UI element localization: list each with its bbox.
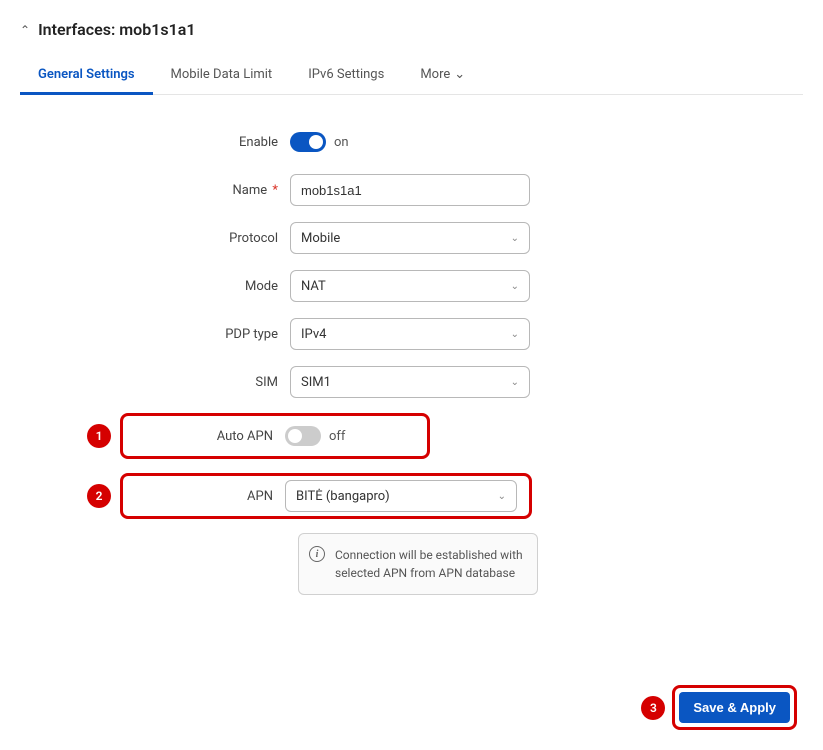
select-value: IPv4 (301, 327, 326, 342)
tab-mobile-data-limit[interactable]: Mobile Data Limit (153, 57, 291, 94)
chevron-down-icon: ⌄ (511, 329, 519, 340)
required-icon: * (272, 183, 278, 198)
chevron-down-icon: ⌄ (511, 377, 519, 388)
row-enable: Enable on (120, 125, 700, 159)
select-value: NAT (301, 279, 326, 294)
page-title: Interfaces: mob1s1a1 (38, 20, 195, 39)
row-sim: SIM SIM1 ⌄ (120, 365, 700, 399)
label-name: Name * (120, 183, 290, 198)
protocol-select[interactable]: Mobile ⌄ (290, 222, 530, 254)
highlight-apn: 2 APN BITĖ (bangapro) ⌄ (128, 473, 700, 519)
label-pdp-type: PDP type (120, 327, 290, 342)
form: Enable on Name * Protocol Mobile ⌄ Mode … (120, 125, 700, 595)
tab-ipv6-settings[interactable]: IPv6 Settings (290, 57, 402, 94)
annotation-badge-2: 2 (87, 484, 111, 508)
info-box: i Connection will be established with se… (298, 533, 538, 595)
tab-more[interactable]: More ⌄ (402, 57, 483, 94)
row-name: Name * (120, 173, 700, 207)
enable-state: on (334, 135, 349, 150)
tab-general-settings[interactable]: General Settings (20, 57, 153, 94)
annotation-badge-1: 1 (87, 424, 111, 448)
pdp-type-select[interactable]: IPv4 ⌄ (290, 318, 530, 350)
select-value: Mobile (301, 231, 340, 246)
label-auto-apn: Auto APN (131, 429, 285, 444)
tab-label: IPv6 Settings (308, 67, 384, 82)
footer: 3 Save & Apply (20, 685, 803, 730)
label-apn: APN (131, 489, 285, 504)
page-header: ⌃ Interfaces: mob1s1a1 (20, 20, 803, 39)
enable-toggle[interactable] (290, 132, 326, 152)
label-sim: SIM (120, 375, 290, 390)
info-icon: i (309, 546, 325, 562)
tab-label: More (420, 67, 450, 82)
mode-select[interactable]: NAT ⌄ (290, 270, 530, 302)
tab-label: Mobile Data Limit (171, 67, 273, 82)
chevron-down-icon: ⌄ (511, 281, 519, 292)
row-mode: Mode NAT ⌄ (120, 269, 700, 303)
save-apply-button[interactable]: Save & Apply (679, 692, 790, 723)
collapse-icon[interactable]: ⌃ (20, 23, 30, 37)
tab-label: General Settings (38, 67, 135, 82)
annotation-badge-3: 3 (641, 696, 665, 720)
name-input[interactable] (290, 174, 530, 206)
row-pdp-type: PDP type IPv4 ⌄ (120, 317, 700, 351)
label-mode: Mode (120, 279, 290, 294)
select-value: BITĖ (bangapro) (296, 489, 390, 504)
select-value: SIM1 (301, 375, 331, 390)
info-text: Connection will be established with sele… (335, 548, 523, 580)
label-enable: Enable (120, 135, 290, 150)
row-protocol: Protocol Mobile ⌄ (120, 221, 700, 255)
chevron-down-icon: ⌄ (511, 233, 519, 244)
row-apn: APN BITĖ (bangapro) ⌄ (131, 480, 521, 512)
highlight-auto-apn: 1 Auto APN off (128, 413, 700, 459)
chevron-down-icon: ⌄ (498, 491, 506, 502)
auto-apn-state: off (329, 429, 345, 444)
label-protocol: Protocol (120, 231, 290, 246)
apn-select[interactable]: BITĖ (bangapro) ⌄ (285, 480, 517, 512)
chevron-down-icon: ⌄ (454, 67, 465, 82)
row-auto-apn: Auto APN off (131, 420, 419, 452)
auto-apn-toggle[interactable] (285, 426, 321, 446)
sim-select[interactable]: SIM1 ⌄ (290, 366, 530, 398)
highlight-save: 3 Save & Apply (672, 685, 797, 730)
tab-bar: General Settings Mobile Data Limit IPv6 … (20, 57, 803, 95)
